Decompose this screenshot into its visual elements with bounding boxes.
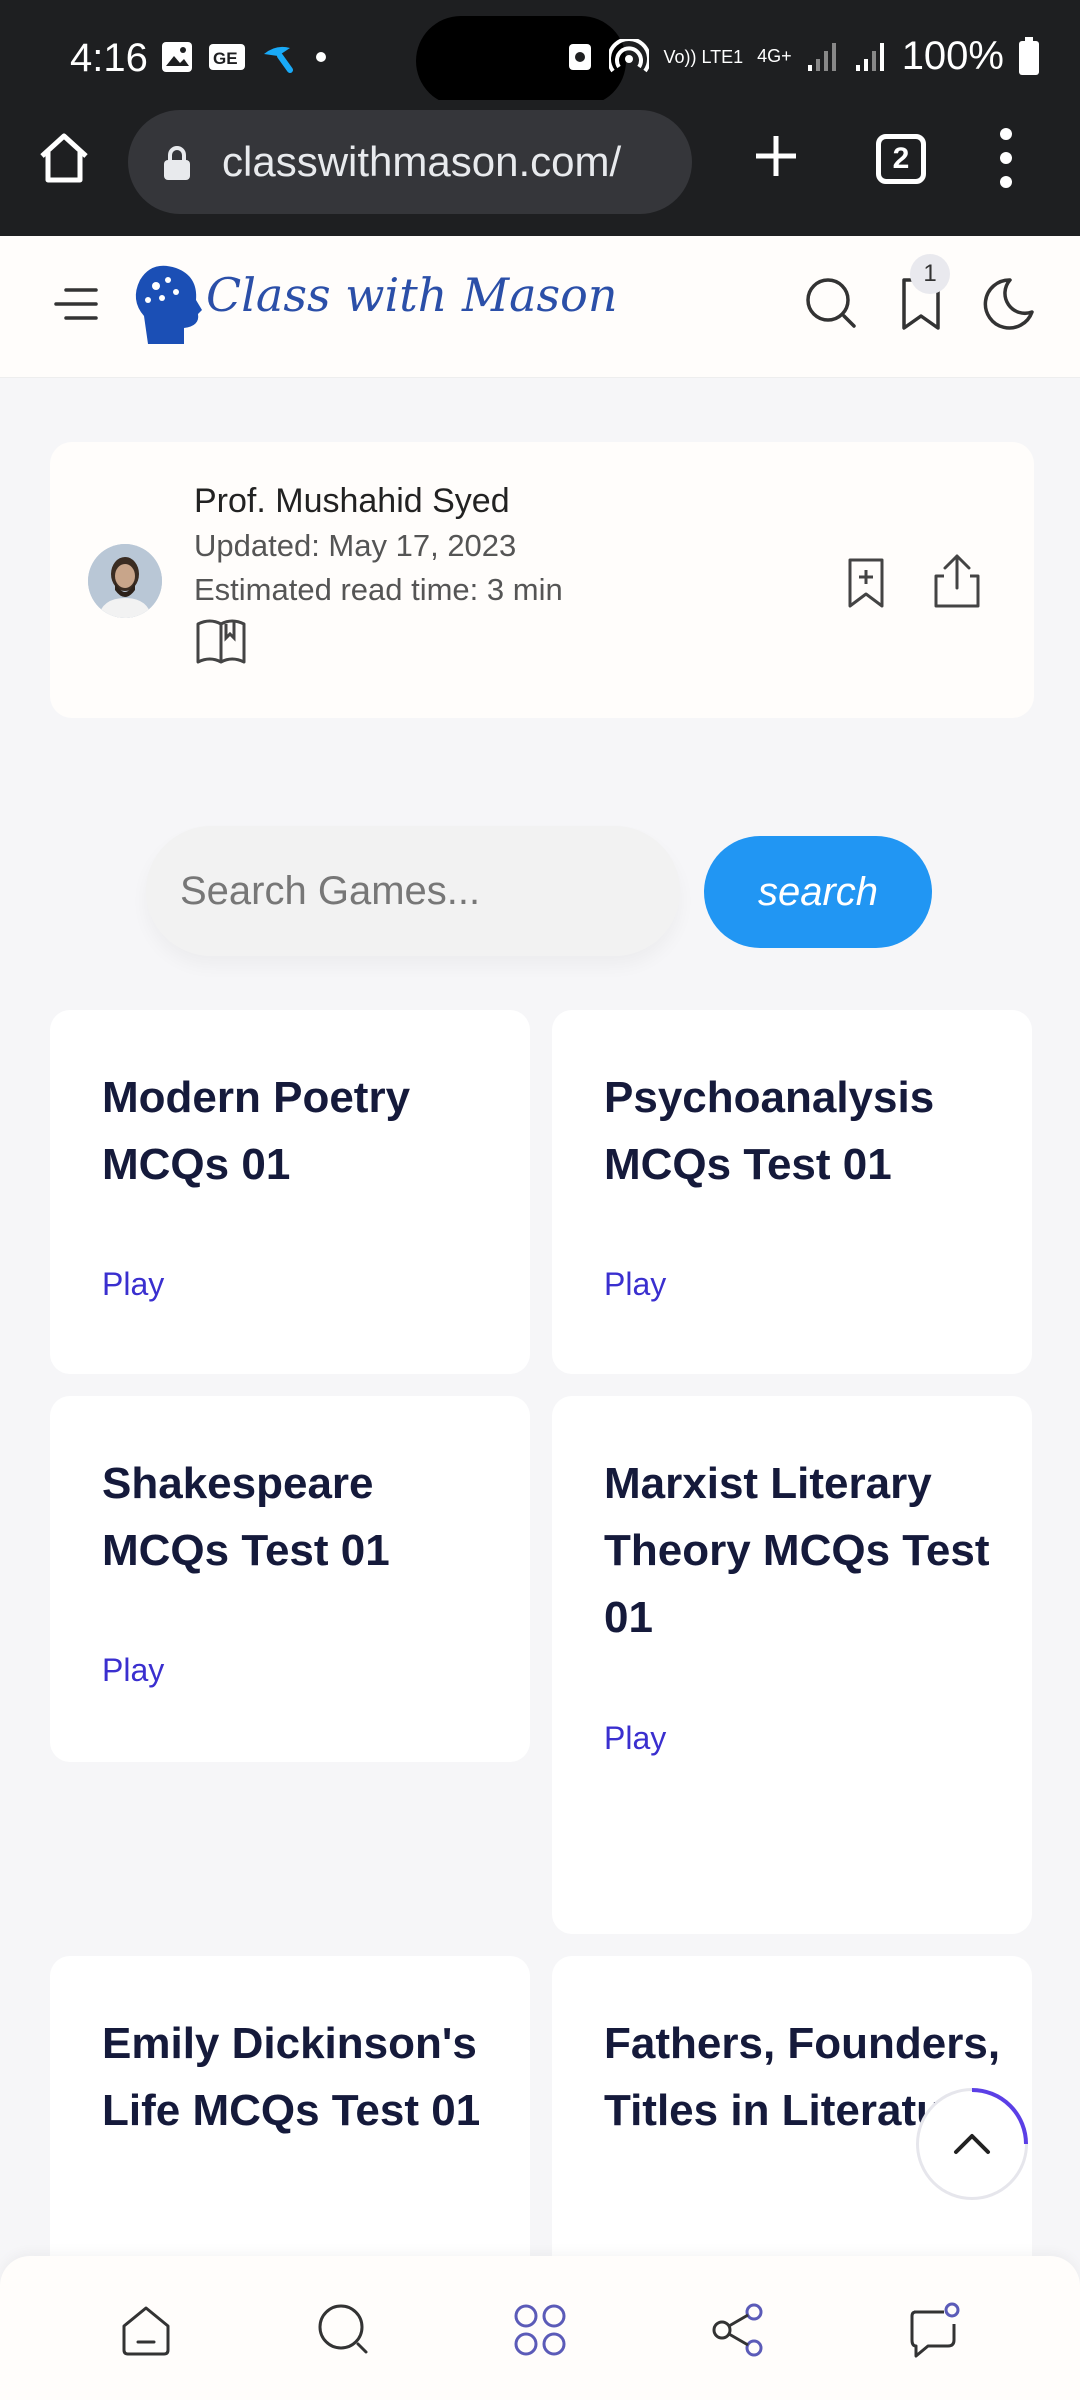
volte-label: Vo)) LTE1 (663, 46, 744, 67)
bookmark-count-badge: 1 (910, 254, 950, 294)
author-avatar[interactable] (88, 544, 162, 618)
status-right: Vo)) LTE1 4G+ 100% (565, 34, 1040, 79)
search-games-input[interactable] (146, 826, 680, 956)
author-card: Prof. Mushahid Syed Updated: May 17, 202… (50, 442, 1034, 718)
game-card[interactable]: Shakespeare MCQs Test 01 Play (50, 1396, 530, 1762)
game-title[interactable]: Emily Dickinson's Life MCQs Test 01 (102, 2010, 502, 2144)
game-title[interactable]: Shakespeare MCQs Test 01 (102, 1450, 502, 1584)
notification-icons: GE (160, 40, 328, 74)
brain-head-logo-icon (135, 265, 202, 344)
signal-icon (807, 42, 836, 71)
address-bar[interactable]: classwithmason.com/ (128, 110, 692, 214)
read-time: Estimated read time: 3 min (194, 572, 563, 607)
chevron-up-icon (954, 2088, 1028, 2154)
game-card[interactable]: Marxist Literary Theory MCQs Test 01 Pla… (552, 1396, 1032, 1934)
share-icon[interactable] (930, 552, 984, 610)
grid-icon[interactable] (510, 2300, 570, 2360)
menu-icon[interactable] (52, 284, 100, 324)
game-card[interactable]: Emily Dickinson's Life MCQs Test 01 (50, 1956, 530, 2276)
game-card[interactable]: Modern Poetry MCQs 01 Play (50, 1010, 530, 1374)
moon-icon[interactable] (976, 272, 1038, 334)
url-text: classwithmason.com/ (222, 138, 622, 185)
new-tab-plus-icon[interactable] (748, 128, 804, 184)
home-icon[interactable] (116, 2300, 176, 2360)
alarm-icon (569, 43, 592, 70)
bookmark-add-icon[interactable] (844, 556, 888, 610)
game-title[interactable]: Modern Poetry MCQs 01 (102, 1064, 502, 1198)
battery-icon (1019, 36, 1039, 75)
tabs-icon[interactable]: 2 (876, 134, 926, 184)
battery-percent: 100% (901, 34, 1004, 78)
more-vert-icon[interactable] (996, 126, 1016, 190)
author-name[interactable]: Prof. Mushahid Syed (194, 482, 510, 521)
play-link[interactable]: Play (102, 1652, 164, 1689)
bottom-navigation (0, 2256, 1080, 2400)
game-card[interactable]: Psychoanalysis MCQs Test 01 Play (552, 1010, 1032, 1374)
book-icon (196, 619, 246, 664)
dot-icon (316, 52, 326, 62)
play-link[interactable]: Play (604, 1266, 666, 1303)
ge-notification-icon: GE (209, 44, 245, 70)
logo-text: Class with Mason (206, 268, 618, 322)
game-title[interactable]: Psychoanalysis MCQs Test 01 (604, 1064, 1004, 1198)
lock-icon (164, 146, 190, 180)
network-type-label: 4G+ (757, 46, 792, 66)
play-link[interactable]: Play (102, 1266, 164, 1303)
browser-toolbar: classwithmason.com/ 2 (0, 100, 1080, 236)
updated-date: Updated: May 17, 2023 (194, 528, 517, 563)
svg-text:GE: GE (213, 49, 238, 68)
telenor-icon (264, 46, 293, 73)
search-icon[interactable] (800, 272, 862, 334)
scroll-to-top-button[interactable] (916, 2088, 1028, 2200)
signal-icon-2 (855, 42, 884, 71)
chat-icon[interactable] (904, 2300, 964, 2360)
hotspot-icon (609, 38, 650, 72)
site-logo[interactable]: Class with Mason (126, 254, 617, 354)
image-notification-icon (162, 42, 192, 72)
game-title[interactable]: Marxist Literary Theory MCQs Test 01 (604, 1450, 1004, 1651)
status-time: 4:16 (70, 36, 148, 80)
play-link[interactable]: Play (604, 1720, 666, 1757)
avatar-image (88, 544, 162, 618)
share-network-icon[interactable] (708, 2300, 768, 2360)
home-icon[interactable] (34, 128, 94, 188)
search-icon[interactable] (314, 2300, 374, 2360)
site-header: Class with Mason 1 (0, 236, 1080, 378)
search-button[interactable]: search (704, 836, 932, 948)
